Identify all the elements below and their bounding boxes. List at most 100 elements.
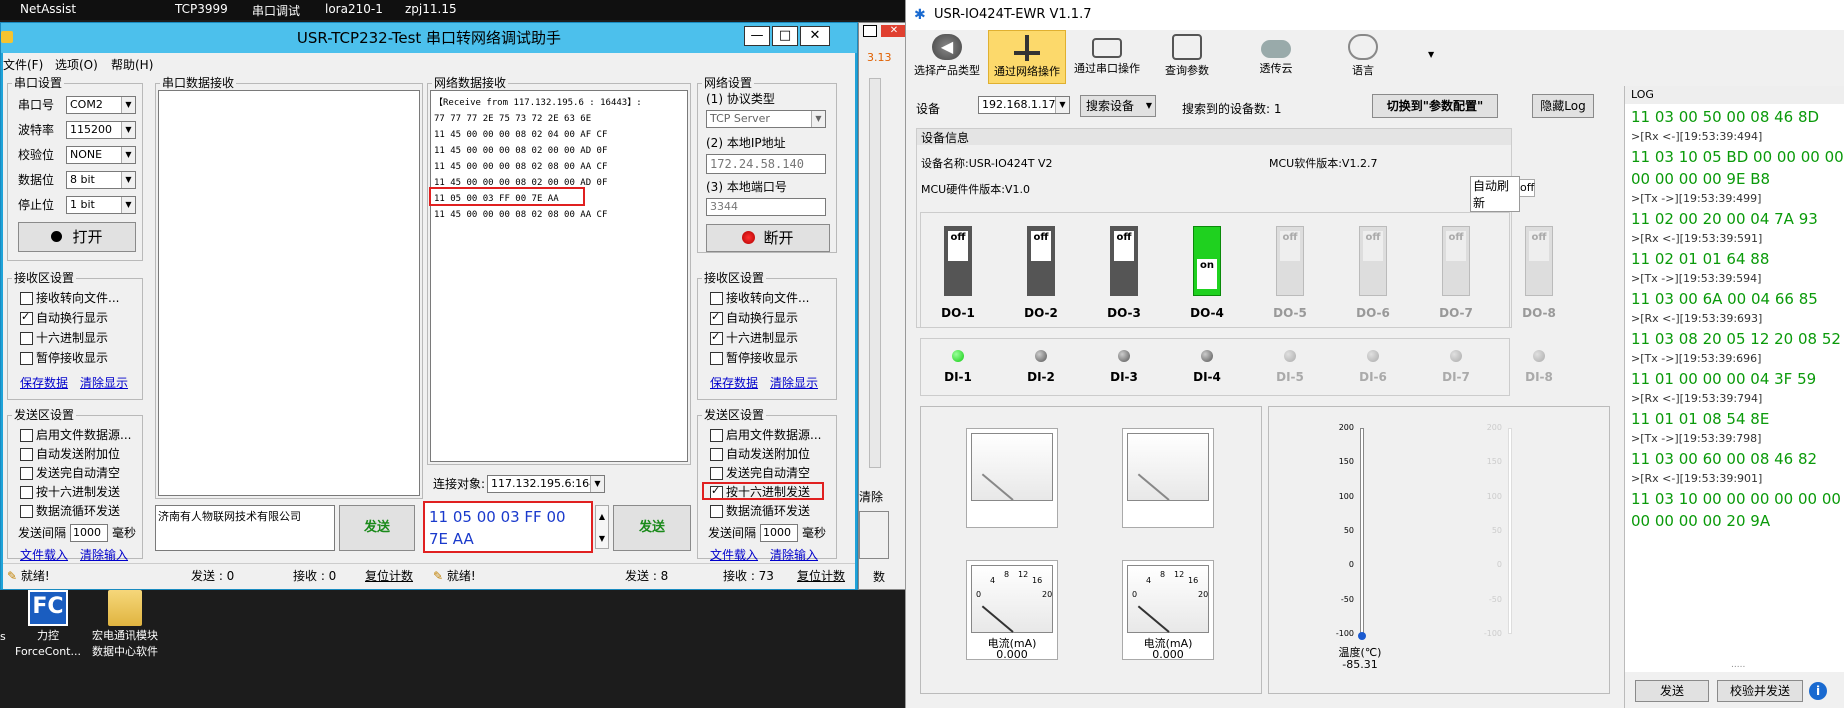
checkbox[interactable]: 数据流循环发送 (20, 504, 120, 518)
clear-input-link[interactable]: 清除输入 (770, 546, 818, 563)
checkbox[interactable]: 启用文件数据源... (20, 428, 131, 442)
clear-input-link[interactable]: 清除输入 (80, 546, 128, 563)
desktop-icon-datacenter[interactable]: 宏电通讯模块 数据中心软件 (85, 590, 165, 660)
clear-display-link[interactable]: 清除显示 (80, 374, 128, 391)
do-label: DO-7 (1439, 306, 1473, 320)
do-switch[interactable]: off (1442, 226, 1470, 296)
net-send-button[interactable]: 发送 (613, 505, 691, 551)
desktop-icon-forcecontrol[interactable]: FC 力控 ForceCont... (8, 590, 88, 660)
connection-select[interactable]: 117.132.195.6:1644 ▼ (487, 475, 605, 493)
scroll-spinner[interactable]: ▲ ▼ (595, 505, 609, 549)
interval-input[interactable]: 1000 (760, 524, 798, 542)
protocol-select[interactable]: TCP Server ▼ (706, 110, 826, 128)
reset-count-button[interactable]: 复位计数 (797, 569, 845, 583)
reset-count-button[interactable]: 复位计数 (365, 569, 413, 583)
serial-send-button[interactable]: 发送 (339, 505, 415, 551)
checkbox[interactable]: 自动换行显示 (20, 310, 108, 325)
checkbox[interactable]: 自动发送附加位 (710, 447, 810, 461)
load-file-link[interactable]: 文件载入 (710, 546, 758, 563)
taskbar-item[interactable]: 串口调试 (252, 2, 300, 19)
send-button[interactable]: 发送 (1635, 680, 1709, 702)
do-switch[interactable]: off (1359, 226, 1387, 296)
close-icon[interactable]: ✕ (881, 25, 907, 37)
splitter-handle[interactable]: ..... (1731, 660, 1745, 670)
search-device-button[interactable]: 搜索设备 ▼ (1080, 95, 1156, 117)
tool-serial[interactable]: 通过串口操作 (1068, 30, 1146, 84)
taskbar-item[interactable]: lora210-1 (325, 2, 383, 16)
do-switch[interactable]: off (1110, 226, 1138, 296)
auto-refresh-label: 自动刷新 (1470, 176, 1520, 212)
taskbar-item[interactable]: TCP3999 (175, 2, 228, 16)
menu-help[interactable]: 帮助(H) (111, 56, 153, 73)
tool-language[interactable]: 语言 (1324, 30, 1402, 84)
checkbox[interactable]: 十六进制显示 (710, 330, 798, 345)
behind-clear[interactable]: 清除 (859, 488, 883, 505)
globe-icon (1348, 34, 1378, 60)
port-select[interactable]: COM2 ▼ (66, 96, 136, 114)
check-send-button[interactable]: 校验并发送 (1717, 680, 1803, 702)
window-button[interactable] (863, 25, 877, 37)
checkbox[interactable]: 十六进制显示 (20, 331, 108, 345)
taskbar-item[interactable]: NetAssist (20, 2, 76, 16)
do-switch[interactable]: off (1276, 226, 1304, 296)
current-gauge: 4 8 12 16 20 0 电流(mA) 0.000 (1122, 560, 1214, 661)
checkbox[interactable]: 暂停接收显示 (20, 351, 108, 365)
checkbox[interactable]: 自动换行显示 (710, 310, 798, 325)
close-icon[interactable]: ✕ (800, 26, 830, 46)
open-button[interactable]: 打开 (18, 222, 136, 252)
switch-config-button[interactable]: 切换到"参数配置" (1372, 94, 1498, 118)
thermometer-bar (1360, 428, 1364, 634)
device-ip-select[interactable]: 192.168.1.177 ▼ (978, 96, 1070, 114)
tool-cloud[interactable]: 透传云 (1228, 30, 1324, 84)
behind-button[interactable] (859, 511, 889, 559)
tool-network[interactable]: 通过网络操作 (988, 30, 1066, 84)
log-list[interactable]: 11 03 00 50 00 08 46 8D >[Rx <-][19:53:39… (1631, 106, 1844, 666)
do-switch[interactable]: off (1525, 226, 1553, 296)
disconnect-button[interactable]: 断开 (706, 224, 830, 252)
save-data-link[interactable]: 保存数据 (20, 374, 68, 391)
tool-select-product[interactable]: ◀ 选择产品类型 (908, 30, 986, 84)
menu-file[interactable]: 文件(F) (3, 56, 43, 73)
checkbox[interactable]: 接收转向文件... (710, 291, 809, 305)
checkbox[interactable]: 启用文件数据源... (710, 428, 821, 442)
checkbox[interactable]: 发送完自动清空 (710, 466, 810, 480)
do-switch[interactable]: on (1193, 226, 1221, 296)
net-send-input[interactable]: 11 05 00 03 FF 00 7E AA (423, 501, 593, 553)
tool-query[interactable]: 查询参数 (1148, 30, 1226, 84)
checkbox[interactable]: 接收转向文件... (20, 291, 119, 305)
do-switch[interactable]: off (1027, 226, 1055, 296)
do-switch[interactable]: off (944, 226, 972, 296)
maximize-icon[interactable]: □ (772, 26, 798, 46)
menu-options[interactable]: 选项(O) (55, 56, 98, 73)
databits-select[interactable]: 8 bit ▼ (66, 171, 136, 189)
chevron-down-icon[interactable]: ▼ (1428, 50, 1434, 59)
parity-select[interactable]: NONE ▼ (66, 146, 136, 164)
net-data-area[interactable]: 【Receive from 117.132.195.6 : 16443】: 77… (430, 90, 688, 462)
checkbox[interactable]: 发送完自动清空 (20, 466, 120, 480)
hide-log-button[interactable]: 隐藏Log (1532, 94, 1594, 118)
baud-select[interactable]: 115200 ▼ (66, 121, 136, 139)
info-icon[interactable]: i (1809, 682, 1827, 700)
interval-input[interactable]: 1000 (70, 524, 108, 542)
taskbar-item[interactable]: zpj11.15 (405, 2, 457, 16)
local-port-input[interactable]: 3344 (706, 198, 826, 216)
net-line: 11 45 00 00 00 08 02 08 00 AA CF (434, 210, 608, 220)
load-file-link[interactable]: 文件载入 (20, 546, 68, 563)
save-data-link[interactable]: 保存数据 (710, 374, 758, 391)
minimize-icon[interactable]: — (744, 26, 770, 46)
checkbox[interactable]: 自动发送附加位 (20, 447, 120, 461)
checkbox[interactable]: 暂停接收显示 (710, 351, 798, 365)
checkbox[interactable]: 按十六进制发送 (20, 485, 120, 499)
app-icon: ✱ (914, 7, 926, 23)
log-line: 11 02 01 01 64 88 (1631, 250, 1770, 268)
group-caption: 接收区设置 (12, 271, 77, 285)
stopbits-select[interactable]: 1 bit ▼ (66, 196, 136, 214)
ip-input[interactable]: 172.24.58.140 (706, 154, 826, 174)
clear-display-link[interactable]: 清除显示 (770, 374, 818, 391)
checkbox[interactable]: 数据流循环发送 (710, 504, 810, 518)
serial-send-input[interactable]: 济南有人物联网技术有限公司 (155, 505, 335, 551)
serial-data-area[interactable] (158, 90, 420, 496)
log-line: 11 02 00 20 00 04 7A 93 (1631, 210, 1818, 228)
scrollbar[interactable] (869, 78, 881, 468)
group-caption: 串口数据接收 (160, 76, 237, 90)
